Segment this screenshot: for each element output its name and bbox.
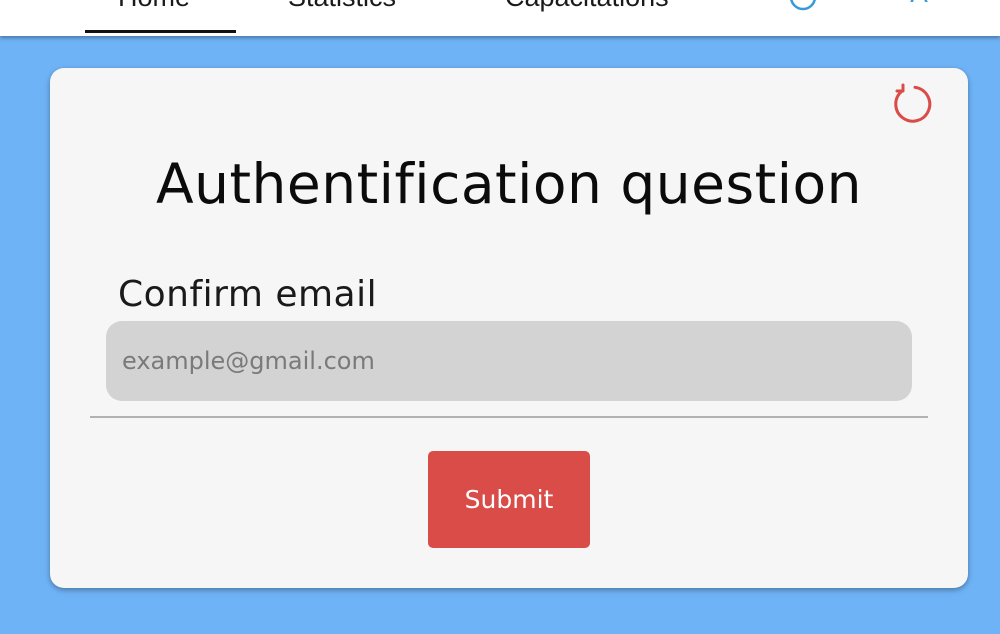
- active-tab-indicator: [85, 30, 236, 33]
- refresh-icon: [894, 83, 932, 123]
- tab-home[interactable]: Home: [118, 0, 190, 13]
- top-navigation-bar: Home Statistics Capacitations A: [0, 0, 1000, 36]
- help-circle-icon[interactable]: [788, 0, 818, 11]
- divider: [90, 416, 928, 418]
- tab-capacitations-label: Capacitations: [505, 0, 669, 12]
- tab-home-label: Home: [118, 0, 190, 12]
- page-title: Authentification question: [156, 152, 862, 216]
- submit-button[interactable]: Submit: [428, 451, 590, 548]
- refresh-button[interactable]: [890, 82, 934, 126]
- tab-capacitations[interactable]: Capacitations: [505, 0, 669, 13]
- translate-icon[interactable]: A: [904, 0, 934, 7]
- tab-statistics[interactable]: Statistics: [288, 0, 396, 13]
- confirm-email-label: Confirm email: [118, 274, 378, 315]
- tab-statistics-label: Statistics: [288, 0, 396, 12]
- authentication-card: Authentification question Confirm email …: [50, 68, 968, 588]
- email-field[interactable]: [106, 321, 912, 401]
